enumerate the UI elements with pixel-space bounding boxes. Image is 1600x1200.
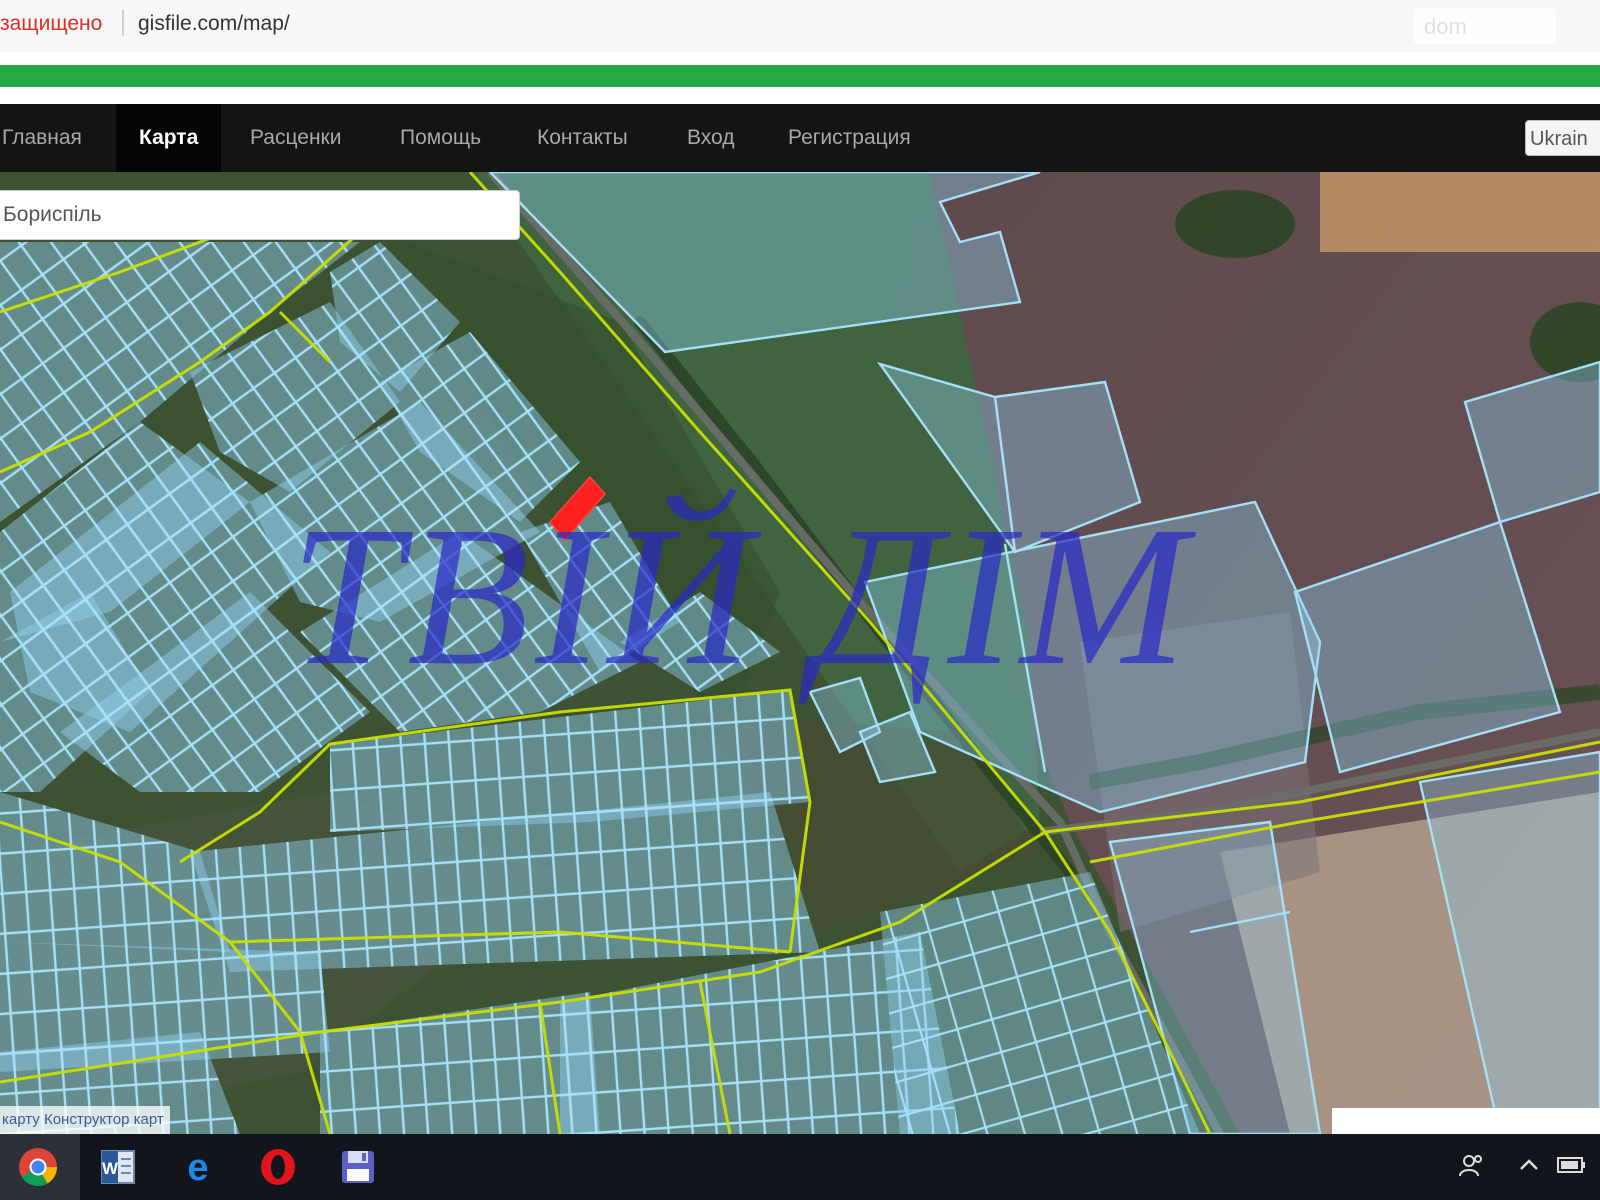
nav-item-help[interactable]: Помощь [378,104,503,172]
address-separator [122,10,124,36]
main-navbar: Главная Карта Расценки Помощь Контакты В… [0,104,1600,172]
nav-item-prices[interactable]: Расценки [228,104,363,172]
language-select[interactable]: Ukrain [1525,120,1600,156]
site-watermark: dom [1414,8,1556,44]
map-search-input[interactable] [0,190,520,240]
nav-item-contacts[interactable]: Контакты [515,104,650,172]
watermark-text: dom [1424,14,1467,39]
map-link-map[interactable]: карту [2,1111,40,1128]
people-icon[interactable] [1458,1152,1486,1185]
map-canvas[interactable]: ТВІЙ ДІМ карту Конструктор карт [0,172,1600,1134]
floppy-icon[interactable] [320,1134,400,1200]
svg-text:W: W [102,1159,119,1178]
progress-bar [0,65,1600,87]
edge-icon[interactable]: e [160,1134,240,1200]
map-footer-links: карту Конструктор карт [0,1106,170,1134]
nav-item-login[interactable]: Вход [665,104,757,172]
url-text[interactable]: gisfile.com/map/ [138,12,290,36]
map-attribution-box [1332,1108,1600,1134]
svg-text:e: e [187,1147,208,1187]
security-warning[interactable]: защищено [0,12,102,36]
windows-taskbar: W e [0,1134,1600,1200]
map-link-builder[interactable]: Конструктор карт [44,1111,164,1128]
battery-icon[interactable] [1556,1152,1588,1183]
browser-address-bar[interactable]: защищено gisfile.com/map/ dom [0,0,1600,52]
chrome-icon[interactable] [0,1134,80,1200]
realtor-watermark: ТВІЙ ДІМ [290,486,1193,707]
word-icon[interactable]: W [80,1134,160,1200]
nav-item-register[interactable]: Регистрация [766,104,933,172]
nav-item-map[interactable]: Карта [116,104,222,172]
opera-icon[interactable] [240,1134,320,1200]
chevron-up-icon[interactable] [1516,1152,1542,1183]
nav-item-home[interactable]: Главная [0,104,96,172]
